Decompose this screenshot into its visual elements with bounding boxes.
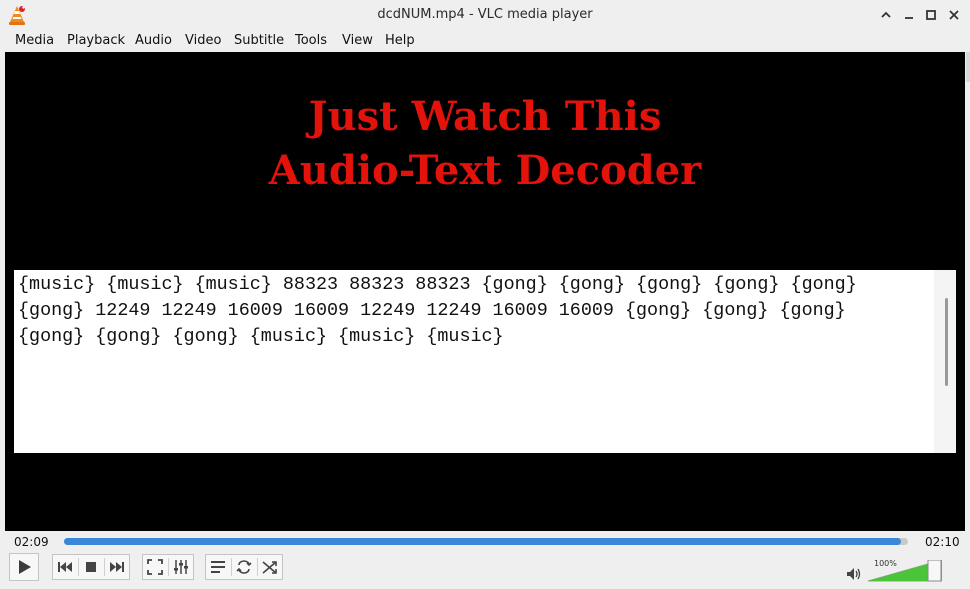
title-bar: dcdNUM.mp4 - VLC media player — [0, 0, 970, 30]
minimize-button[interactable] — [900, 6, 918, 24]
next-button[interactable] — [105, 555, 129, 579]
maximize-button[interactable] — [922, 6, 940, 24]
extended-settings-icon — [174, 560, 188, 574]
window-title: dcdNUM.mp4 - VLC media player — [377, 7, 593, 22]
play-button[interactable] — [9, 553, 39, 581]
shuffle-button[interactable] — [258, 555, 282, 579]
video-heading-line2: Audio-Text Decoder — [268, 147, 702, 194]
stop-icon — [86, 562, 96, 572]
menu-bar: Media Playback Audio Video Subtitle Tool… — [0, 30, 970, 52]
total-time: 02:10 — [925, 535, 960, 549]
decoded-text-scrollbar — [934, 270, 956, 453]
seek-progress — [64, 538, 902, 545]
keep-above-button[interactable] — [877, 6, 895, 24]
close-icon — [949, 10, 959, 20]
video-output[interactable]: Just Watch This Audio-Text Decoder {musi… — [5, 52, 965, 531]
playlist-group — [205, 554, 283, 580]
maximize-icon — [926, 10, 936, 20]
menu-view[interactable]: View — [342, 32, 373, 50]
menu-tools[interactable]: Tools — [295, 32, 327, 50]
video-heading: Just Watch This Audio-Text Decoder — [5, 90, 965, 198]
extended-settings-button[interactable] — [169, 555, 193, 579]
elapsed-time: 02:09 — [14, 535, 49, 549]
volume-icon[interactable] — [846, 567, 862, 581]
menu-subtitle[interactable]: Subtitle — [234, 32, 284, 50]
previous-button[interactable] — [53, 555, 77, 579]
decoded-text-box: {music} {music} {music} 88323 88323 8832… — [14, 270, 956, 453]
menu-audio[interactable]: Audio — [135, 32, 172, 50]
fullscreen-button[interactable] — [143, 555, 167, 579]
stop-button[interactable] — [79, 555, 103, 579]
loop-icon — [236, 560, 252, 574]
fullscreen-icon — [147, 559, 163, 575]
playlist-button[interactable] — [206, 555, 230, 579]
chevron-up-icon — [881, 11, 891, 18]
shuffle-icon — [262, 561, 277, 574]
seek-slider[interactable] — [64, 538, 908, 545]
window-edge — [966, 52, 970, 82]
minimize-icon — [905, 17, 913, 19]
transport-group — [52, 554, 130, 580]
menu-help[interactable]: Help — [385, 32, 415, 50]
next-icon — [110, 562, 124, 572]
volume-slider[interactable] — [868, 560, 942, 582]
view-group — [142, 554, 194, 580]
menu-playback[interactable]: Playback — [67, 32, 125, 50]
loop-button[interactable] — [232, 555, 256, 579]
volume-handle[interactable] — [927, 560, 942, 582]
menu-media[interactable]: Media — [15, 32, 54, 50]
decoded-text: {music} {music} {music} 88323 88323 8832… — [18, 274, 857, 347]
play-icon — [19, 560, 31, 574]
previous-icon — [58, 562, 72, 572]
close-button[interactable] — [945, 6, 963, 24]
playlist-icon — [211, 561, 225, 573]
video-heading-line1: Just Watch This — [308, 93, 662, 140]
decoded-text-scroll-thumb — [945, 298, 948, 386]
menu-video[interactable]: Video — [185, 32, 221, 50]
